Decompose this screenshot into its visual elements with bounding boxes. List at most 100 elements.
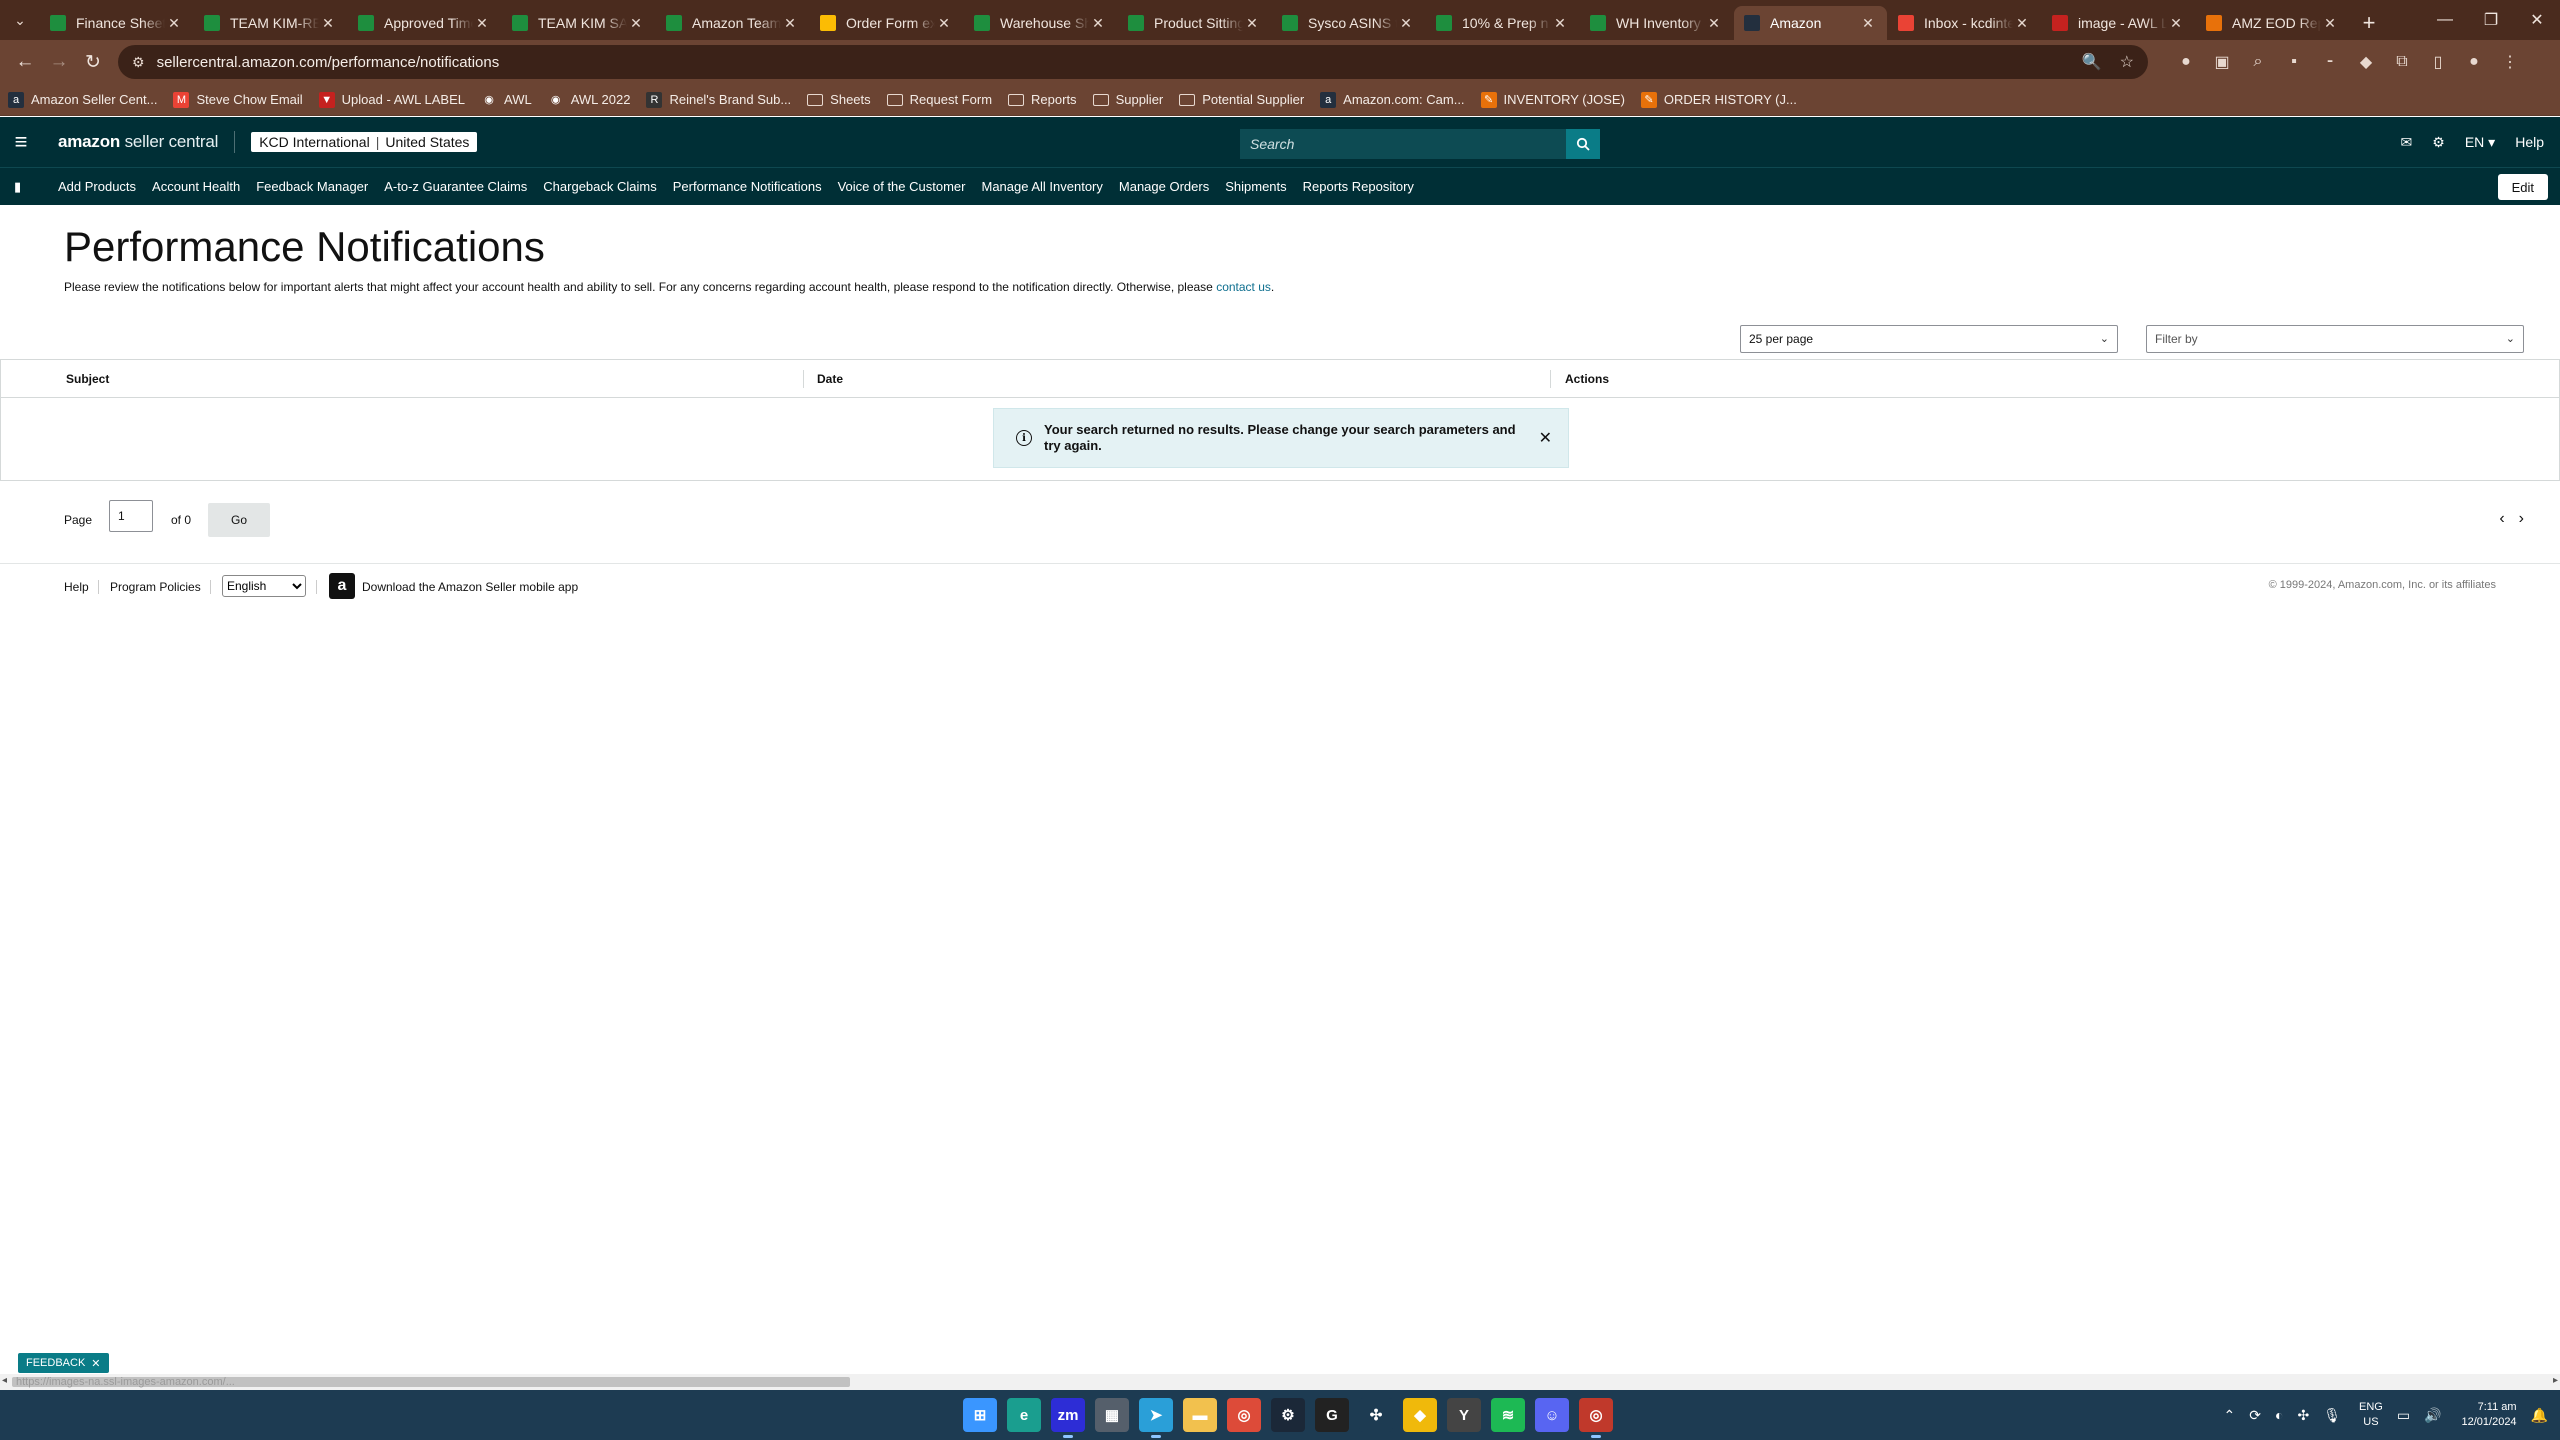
chrome-icon[interactable]: ◎	[1227, 1398, 1261, 1432]
browser-tab[interactable]: Amazon Team C✕	[656, 6, 809, 40]
close-tab-icon[interactable]: ✕	[1551, 15, 1569, 32]
column-subject[interactable]: Subject	[66, 372, 109, 386]
nav-link[interactable]: Feedback Manager	[256, 179, 368, 194]
bookmark-item[interactable]: ◉ AWL 2022	[547, 91, 630, 108]
account-switcher[interactable]: KCD International | United States	[251, 132, 478, 152]
nav-link[interactable]: Voice of the Customer	[838, 179, 966, 194]
close-tab-icon[interactable]: ✕	[165, 15, 183, 32]
browser-tab[interactable]: TEAM KIM SALES✕	[502, 6, 655, 40]
bookmark-folder[interactable]: Supplier	[1092, 92, 1163, 107]
nav-link[interactable]: Manage All Inventory	[981, 179, 1102, 194]
telegram-icon[interactable]: ➤	[1139, 1398, 1173, 1438]
calculator-icon[interactable]: ▦	[1095, 1398, 1129, 1432]
footer-help-link[interactable]: Help	[64, 580, 89, 594]
close-tab-icon[interactable]: ✕	[319, 15, 337, 32]
nav-link[interactable]: Shipments	[1225, 179, 1286, 194]
site-info-icon[interactable]: ⚙	[132, 54, 145, 71]
tray-overflow-icon[interactable]: ⌃	[2224, 1407, 2236, 1424]
seller-central-logo[interactable]: amazon seller central	[58, 132, 218, 152]
close-icon[interactable]: ✕	[1539, 428, 1552, 448]
close-tab-icon[interactable]: ✕	[627, 15, 645, 32]
close-tab-icon[interactable]: ✕	[1705, 15, 1723, 32]
bookmark-item[interactable]: a Amazon.com: Cam...	[1320, 91, 1465, 108]
browser-tab[interactable]: Finance Sheet ✕	[40, 6, 193, 40]
close-window-icon[interactable]: ✕	[2514, 0, 2560, 40]
zoom-icon[interactable]: 🔍	[2082, 52, 2102, 72]
close-tab-icon[interactable]: ✕	[2013, 15, 2031, 32]
extension-line-icon[interactable]: ⁃	[2312, 52, 2348, 72]
address-bar[interactable]: ⚙ sellercentral.amazon.com/performance/n…	[118, 45, 2148, 79]
side-panel-icon[interactable]: ▯	[2420, 52, 2456, 72]
edit-nav-button[interactable]: Edit	[2497, 174, 2548, 200]
extensions-puzzle-icon[interactable]: ⧉	[2384, 53, 2420, 71]
chevron-left-icon[interactable]: ‹	[2499, 510, 2504, 527]
browser-tab[interactable]: Product Sitting ✕	[1118, 6, 1271, 40]
bookmark-item[interactable]: ▼ Upload - AWL LABEL	[318, 91, 465, 108]
filter-by-select[interactable]: Filter by ⌄	[2146, 325, 2524, 353]
spotify-icon[interactable]: ≋	[1491, 1398, 1525, 1432]
column-date[interactable]: Date	[817, 372, 843, 386]
program-policies-link[interactable]: Program Policies	[110, 580, 201, 594]
forward-icon[interactable]: →	[42, 45, 76, 79]
browser-tab[interactable]: Approved Time ✕	[348, 6, 501, 40]
nav-link[interactable]: Account Health	[152, 179, 240, 194]
nav-bookmark-icon[interactable]: ▮	[14, 179, 30, 195]
browser-tab[interactable]: image - AWL La ✕	[2042, 6, 2195, 40]
browser-tab[interactable]: TEAM KIM-REIN✕	[194, 6, 347, 40]
network-icon[interactable]: ▭	[2397, 1407, 2410, 1424]
go-button[interactable]: Go	[208, 503, 270, 537]
close-tab-icon[interactable]: ✕	[935, 15, 953, 32]
bookmark-item[interactable]: R Reinel's Brand Sub...	[646, 91, 791, 108]
nav-link[interactable]: A-to-z Guarantee Claims	[384, 179, 527, 194]
close-tab-icon[interactable]: ✕	[1397, 15, 1415, 32]
close-tab-icon[interactable]: ✕	[2167, 15, 2185, 32]
help-link[interactable]: Help	[2515, 134, 2544, 150]
nav-link[interactable]: Performance Notifications	[673, 179, 822, 194]
extension-screenshot-icon[interactable]: ▣	[2204, 52, 2240, 72]
chrome-profile-icon[interactable]: ◎	[1579, 1398, 1613, 1438]
input-language[interactable]: ENG US	[2359, 1400, 2383, 1430]
close-tab-icon[interactable]: ✕	[1089, 15, 1107, 32]
steam-icon[interactable]: ⚙	[1271, 1398, 1305, 1432]
settings-gear-icon[interactable]: ⚙	[2432, 134, 2445, 151]
bookmark-item[interactable]: ◉ AWL	[481, 91, 532, 108]
search-button[interactable]	[1566, 129, 1600, 159]
download-app-link[interactable]: Download the Amazon Seller mobile app	[362, 580, 578, 594]
extension-color-icon[interactable]: ●	[2168, 53, 2204, 71]
notification-bell-icon[interactable]: 🔔	[2531, 1407, 2548, 1424]
close-icon[interactable]: ✕	[91, 1357, 100, 1370]
tray-sync-icon[interactable]: ⟳	[2249, 1407, 2261, 1424]
bookmark-item[interactable]: M Steve Chow Email	[173, 91, 303, 108]
scroll-right-icon[interactable]: ▸	[2553, 1375, 2558, 1386]
close-tab-icon[interactable]: ✕	[473, 15, 491, 32]
browser-tab[interactable]: 10% & Prep n F ✕	[1426, 6, 1579, 40]
volume-icon[interactable]: 🔊	[2424, 1407, 2441, 1424]
footer-language-select[interactable]: English	[222, 575, 306, 597]
app-y-icon[interactable]: Y	[1447, 1398, 1481, 1432]
mail-icon[interactable]: ✉	[2401, 134, 2413, 151]
page-number-input[interactable]	[109, 500, 153, 532]
extension-search-icon[interactable]: ⌕	[2240, 53, 2276, 71]
minimize-icon[interactable]: —	[2422, 0, 2468, 40]
hamburger-menu-icon[interactable]: ≡	[0, 129, 42, 155]
close-tab-icon[interactable]: ✕	[2321, 15, 2339, 32]
file-explorer-icon[interactable]: ▬	[1183, 1398, 1217, 1432]
app-pinwheel-icon[interactable]: ✣	[1359, 1398, 1393, 1432]
bookmark-folder[interactable]: Request Form	[886, 92, 992, 107]
per-page-select[interactable]: 25 per page ⌄	[1740, 325, 2118, 353]
nav-link[interactable]: Reports Repository	[1303, 179, 1414, 194]
nav-link[interactable]: Chargeback Claims	[543, 179, 656, 194]
browser-tab[interactable]: Inbox - kcdinte ✕	[1888, 6, 2041, 40]
language-selector[interactable]: EN ▾	[2465, 134, 2495, 151]
browser-tab[interactable]: Amazon ✕	[1734, 6, 1887, 40]
bookmark-star-icon[interactable]: ☆	[2120, 52, 2134, 72]
back-icon[interactable]: ←	[8, 45, 42, 79]
nav-link[interactable]: Manage Orders	[1119, 179, 1209, 194]
browser-menu-icon[interactable]: ⋮	[2492, 52, 2528, 72]
tray-pinwheel-icon[interactable]: ✣	[2297, 1407, 2309, 1424]
bookmark-item[interactable]: ✎ INVENTORY (JOSE)	[1480, 91, 1625, 108]
nav-link[interactable]: Add Products	[58, 179, 136, 194]
profile-icon[interactable]: ●	[2456, 53, 2492, 71]
feedback-button[interactable]: FEEDBACK ✕	[18, 1353, 109, 1373]
browser-tab[interactable]: AMZ EOD Repo✕	[2196, 6, 2349, 40]
